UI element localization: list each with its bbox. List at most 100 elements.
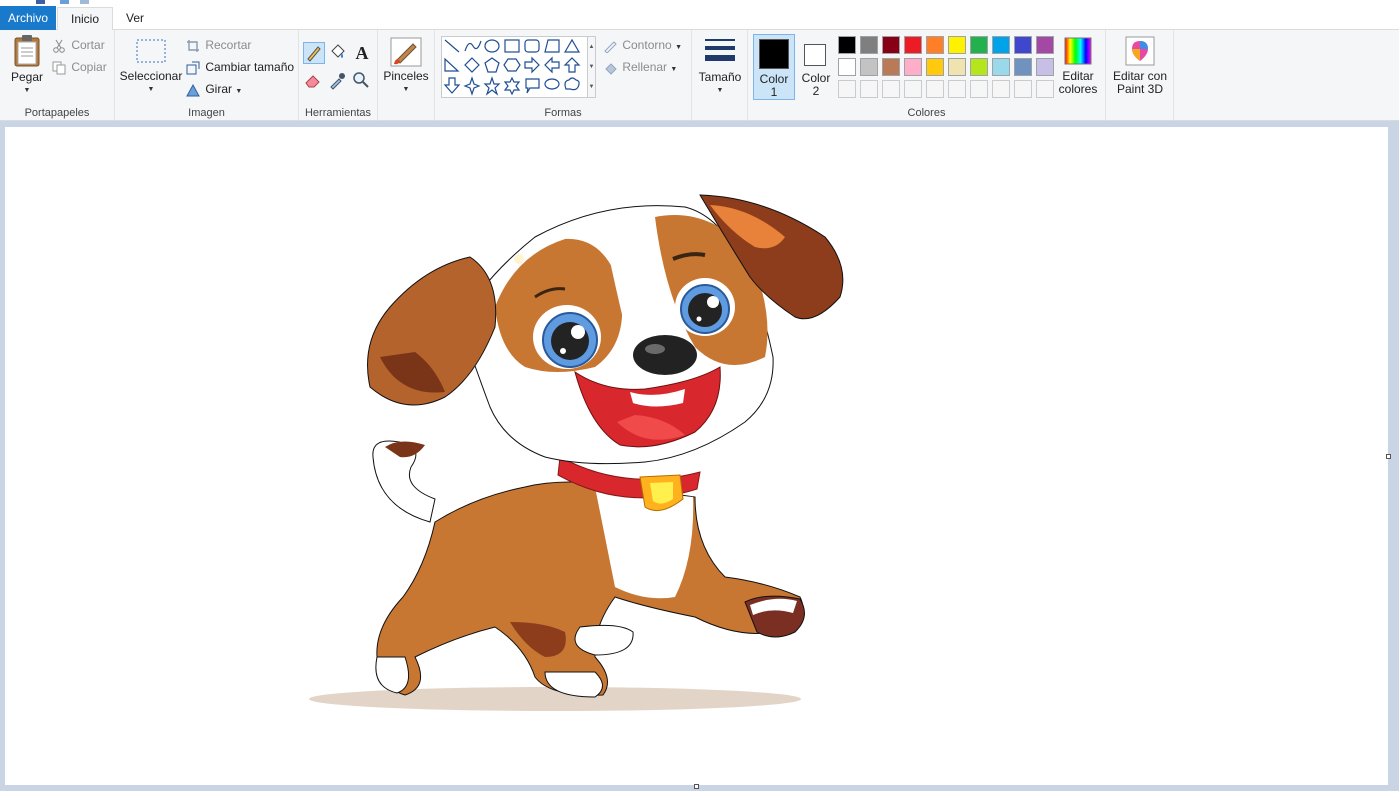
- rotate-button[interactable]: Girar ▼: [186, 80, 242, 98]
- speech-bubble-oval-icon[interactable]: [544, 78, 560, 90]
- palette-swatch[interactable]: [926, 36, 944, 54]
- group-colors: Color 1 Color 2 Editar colores Colores: [748, 30, 1106, 121]
- custom-color-slot[interactable]: [860, 80, 878, 98]
- undo-icon[interactable]: [60, 0, 69, 4]
- color1-label-line2: 1: [770, 85, 778, 99]
- palette-swatch[interactable]: [904, 36, 922, 54]
- palette-swatch[interactable]: [1014, 58, 1032, 76]
- chevron-down-icon: ▼: [670, 66, 678, 73]
- rectangle-shape-icon[interactable]: [504, 39, 520, 53]
- eyedropper-icon: [330, 73, 345, 90]
- color2-button[interactable]: Color 2: [798, 34, 834, 100]
- text-tool[interactable]: A: [351, 42, 373, 64]
- custom-color-slot[interactable]: [1036, 80, 1054, 98]
- palette-swatch[interactable]: [838, 58, 856, 76]
- select-button[interactable]: Seleccionar ▼: [119, 38, 183, 96]
- palette-swatch[interactable]: [1036, 58, 1054, 76]
- resize-button[interactable]: Cambiar tamaño: [186, 58, 294, 76]
- paste-button[interactable]: Pegar ▼: [6, 34, 48, 97]
- diamond-shape-icon[interactable]: [464, 57, 480, 73]
- fill-tool[interactable]: [327, 42, 349, 64]
- resize-handle-bottom[interactable]: [694, 784, 699, 789]
- line-shape-icon[interactable]: [444, 39, 460, 53]
- chevron-down-icon: ▼: [675, 44, 682, 51]
- drawing-canvas[interactable]: [5, 127, 1388, 785]
- palette-swatch[interactable]: [970, 58, 988, 76]
- speech-bubble-rect-icon[interactable]: [525, 78, 540, 94]
- custom-color-slot[interactable]: [1014, 80, 1032, 98]
- eraser-tool[interactable]: [303, 70, 325, 92]
- crop-label: Recortar: [205, 38, 252, 52]
- palette-swatch[interactable]: [860, 36, 878, 54]
- rounded-rectangle-shape-icon[interactable]: [524, 39, 540, 53]
- six-point-star-icon[interactable]: [503, 76, 521, 96]
- chevron-down-icon: ▼: [716, 87, 724, 94]
- group-size: Tamaño ▼: [692, 30, 748, 121]
- palette-swatch[interactable]: [948, 58, 966, 76]
- tab-archivo[interactable]: Archivo: [0, 6, 56, 30]
- palette-swatch[interactable]: [970, 36, 988, 54]
- cloud-bubble-icon[interactable]: [564, 77, 580, 91]
- curve-shape-icon[interactable]: [464, 40, 482, 52]
- brushes-button[interactable]: Pinceles ▼: [382, 36, 430, 96]
- palette-swatch[interactable]: [1014, 36, 1032, 54]
- custom-color-slot[interactable]: [948, 80, 966, 98]
- color1-button[interactable]: Color 1: [753, 34, 795, 100]
- paint3d-line2: Paint 3D: [1116, 82, 1164, 96]
- crop-button[interactable]: Recortar: [186, 36, 251, 54]
- arrow-left-shape-icon[interactable]: [544, 56, 560, 74]
- chevron-down-icon: ▼: [402, 86, 410, 93]
- edit-colors-button[interactable]: Editar colores: [1056, 36, 1100, 96]
- palette-swatch[interactable]: [882, 58, 900, 76]
- shapes-scroll[interactable]: ▲ ▼ ▼: [587, 36, 596, 98]
- pentagon-shape-icon[interactable]: [484, 57, 500, 73]
- four-point-star-icon[interactable]: [463, 76, 481, 96]
- fill-button[interactable]: Rellenar ▼: [603, 58, 677, 76]
- copy-label: Copiar: [71, 60, 107, 74]
- custom-color-slot[interactable]: [838, 80, 856, 98]
- palette-swatch[interactable]: [904, 58, 922, 76]
- palette-swatch[interactable]: [1036, 36, 1054, 54]
- arrow-right-shape-icon[interactable]: [524, 56, 540, 74]
- triangle-shape-icon[interactable]: [563, 38, 581, 53]
- palette-swatch[interactable]: [926, 58, 944, 76]
- group-label-colors: Colores: [907, 107, 946, 119]
- oval-shape-icon[interactable]: [484, 39, 500, 53]
- save-icon[interactable]: [36, 0, 45, 4]
- tab-inicio[interactable]: Inicio: [57, 7, 113, 31]
- palette-swatch[interactable]: [948, 36, 966, 54]
- size-button[interactable]: Tamaño ▼: [696, 38, 744, 97]
- polygon-shape-icon[interactable]: [544, 39, 560, 53]
- color-picker-tool[interactable]: [327, 70, 349, 92]
- outline-button[interactable]: Contorno ▼: [603, 36, 682, 54]
- custom-color-slot[interactable]: [992, 80, 1010, 98]
- custom-color-slot[interactable]: [926, 80, 944, 98]
- arrow-down-shape-icon[interactable]: [443, 77, 461, 94]
- arrow-up-shape-icon[interactable]: [563, 57, 581, 73]
- five-point-star-icon[interactable]: [483, 76, 501, 96]
- custom-color-slot[interactable]: [970, 80, 988, 98]
- palette-swatch[interactable]: [882, 36, 900, 54]
- group-label-image: Imagen: [188, 107, 225, 119]
- chevron-down-icon: ▼: [147, 86, 155, 93]
- redo-icon[interactable]: [80, 0, 89, 4]
- cut-button[interactable]: Cortar: [52, 36, 105, 54]
- magnifier-tool[interactable]: [351, 70, 373, 92]
- palette-swatch[interactable]: [992, 58, 1010, 76]
- hexagon-shape-icon[interactable]: [503, 58, 521, 72]
- palette-swatch[interactable]: [838, 36, 856, 54]
- custom-color-slot[interactable]: [904, 80, 922, 98]
- palette-swatch[interactable]: [860, 58, 878, 76]
- line-width-icon: [705, 39, 735, 61]
- group-shapes: ▲ ▼ ▼ Contorno ▼ Rellenar ▼ Formas: [435, 30, 692, 121]
- shapes-gallery[interactable]: [441, 36, 591, 98]
- pencil-tool[interactable]: [303, 42, 325, 64]
- tab-ver[interactable]: Ver: [114, 7, 156, 30]
- custom-color-slot[interactable]: [882, 80, 900, 98]
- resize-handle-right[interactable]: [1386, 454, 1391, 459]
- paint3d-button[interactable]: Editar con Paint 3D: [1110, 36, 1170, 96]
- right-triangle-shape-icon[interactable]: [444, 57, 460, 72]
- palette-swatch[interactable]: [992, 36, 1010, 54]
- copy-button[interactable]: Copiar: [52, 58, 107, 76]
- cut-label: Cortar: [71, 38, 105, 52]
